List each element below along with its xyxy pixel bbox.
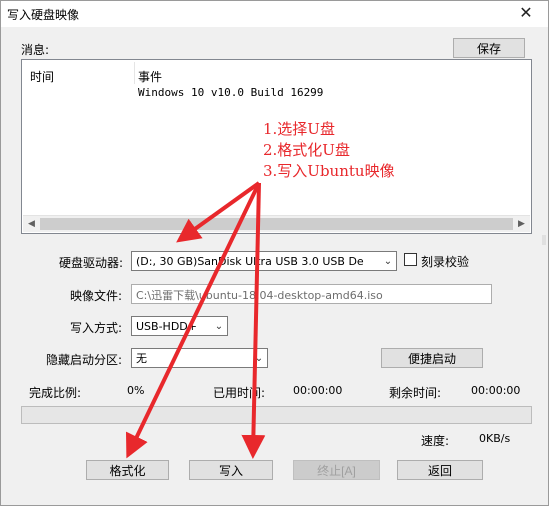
log-column-time[interactable]: 时间	[30, 68, 54, 85]
write-mode-value: USB-HDD+	[136, 319, 197, 333]
annotation-line-2: 2.格式化U盘	[263, 141, 350, 159]
abort-button: 终止[A]	[293, 460, 380, 480]
resize-grip	[542, 235, 546, 245]
write-mode-select[interactable]: USB-HDD+ ⌄	[131, 316, 228, 336]
complete-value: 0%	[127, 384, 145, 397]
chevron-down-icon: ⌄	[214, 320, 224, 332]
scrollbar-thumb[interactable]	[40, 218, 513, 230]
annotation-line-1: 1.选择U盘	[263, 120, 335, 138]
back-button[interactable]: 返回	[397, 460, 483, 480]
log-row-event: Windows 10 v10.0 Build 16299	[138, 86, 324, 99]
annotation-line-3: 3.写入Ubuntu映像	[263, 162, 395, 180]
verify-label: 刻录校验	[421, 255, 470, 269]
write-disk-image-window: 写入硬盘映像 ✕ 消息: 保存 时间 事件 Windows 10 v10.0 B…	[0, 0, 549, 506]
remaining-label: 剩余时间:	[389, 386, 442, 400]
image-file-field[interactable]: C:\迅雷下载\ubuntu-18.04-desktop-amd64.iso	[131, 284, 492, 304]
hidden-partition-value: 无	[136, 352, 147, 365]
horizontal-scrollbar[interactable]: ◀ ▶	[23, 215, 530, 232]
scroll-left-icon[interactable]: ◀	[23, 216, 40, 232]
speed-label: 速度:	[421, 434, 450, 448]
annotation-text: 1.选择U盘 2.格式化U盘 3.写入Ubuntu映像	[263, 119, 395, 182]
elapsed-label: 已用时间:	[213, 386, 266, 400]
save-button[interactable]: 保存	[453, 38, 525, 58]
write-mode-label: 写入方式:	[70, 321, 123, 335]
write-button[interactable]: 写入	[189, 460, 273, 480]
complete-label: 完成比例:	[29, 386, 82, 400]
window-title: 写入硬盘映像	[7, 8, 80, 22]
column-separator	[134, 62, 135, 84]
verify-checkbox[interactable]	[404, 253, 417, 266]
speed-value: 0KB/s	[479, 432, 511, 445]
image-file-label: 映像文件:	[70, 289, 123, 303]
title-bar: 写入硬盘映像 ✕	[1, 1, 548, 27]
hidden-partition-label: 隐藏启动分区:	[46, 353, 123, 367]
elapsed-value: 00:00:00	[293, 384, 343, 397]
scroll-right-icon[interactable]: ▶	[513, 216, 530, 232]
quick-boot-button[interactable]: 便捷启动	[381, 348, 483, 368]
drive-label: 硬盘驱动器:	[59, 256, 124, 270]
close-icon[interactable]: ✕	[504, 1, 548, 27]
messages-label: 消息:	[21, 43, 50, 57]
drive-select[interactable]: (D:, 30 GB)SanDisk Ultra USB 3.0 USB De …	[131, 251, 397, 271]
hidden-partition-select[interactable]: 无 ⌄	[131, 348, 268, 368]
chevron-down-icon: ⌄	[254, 352, 264, 364]
log-column-event[interactable]: 事件	[138, 68, 162, 85]
drive-value: (D:, 30 GB)SanDisk Ultra USB 3.0 USB De	[136, 254, 364, 268]
remaining-value: 00:00:00	[471, 384, 521, 397]
chevron-down-icon: ⌄	[383, 255, 393, 267]
progress-bar	[21, 406, 532, 424]
format-button[interactable]: 格式化	[86, 460, 169, 480]
